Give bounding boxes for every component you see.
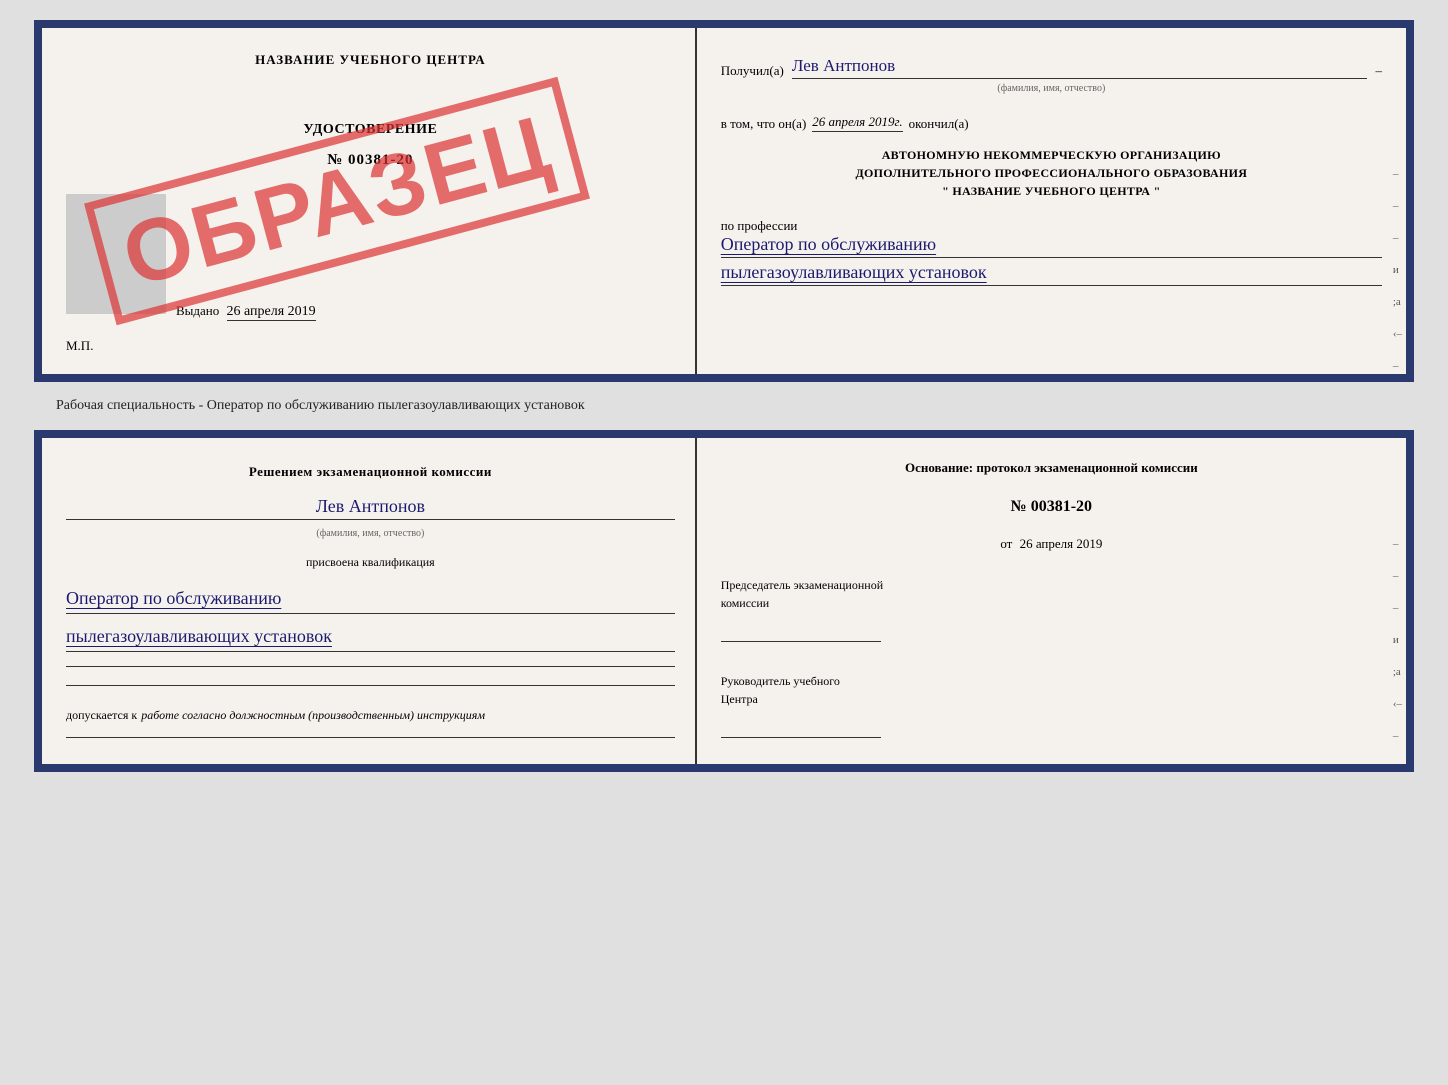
blank-line-2 [66,685,675,686]
bottom-card-left: Решением экзаменационной комиссии Лев Ан… [42,438,697,764]
finished-label: окончил(а) [909,116,969,132]
fio-subtext-bottom: (фамилия, имя, отчество) [66,528,675,539]
protocol-date-row: от 26 апреля 2019 [721,536,1382,552]
bottom-card-right: Основание: протокол экзаменационной коми… [697,438,1406,764]
chairman-block: Председатель экзаменационной комиссии [721,576,1382,648]
bottom-certificate-card: Решением экзаменационной комиссии Лев Ан… [34,430,1414,772]
qualification-line1: Оператор по обслуживанию [66,586,675,614]
chairman-label: Председатель экзаменационной комиссии [721,576,1382,612]
date-prefix: от [1000,536,1012,551]
cert-number: № 00381-20 [66,152,675,169]
top-card-left: НАЗВАНИЕ УЧЕБНОГО ЦЕНТРА ОБРАЗЕЦ УДОСТОВ… [42,28,697,374]
director-block: Руководитель учебного Центра [721,672,1382,744]
top-card-right: Получил(а) Лев Антпонов – (фамилия, имя,… [697,28,1406,374]
protocol-date: 26 апреля 2019 [1020,536,1103,551]
date-row: в том, что он(а) 26 апреля 2019г. окончи… [721,114,1382,132]
date-value: 26 апреля 2019г. [812,114,902,132]
protocol-number: № 00381-20 [721,498,1382,516]
org-line1: АВТОНОМНУЮ НЕКОММЕРЧЕСКУЮ ОРГАНИЗАЦИЮ [721,146,1382,164]
director-sign-line [721,714,881,738]
mp-label: М.П. [66,338,675,354]
allow-italic: работе согласно должностным (производств… [141,708,485,723]
fio-subtext-top: (фамилия, имя, отчество) [721,83,1382,94]
profession-line2: пылегазоулавливающих установок [721,262,1382,286]
photo-placeholder [66,194,166,314]
side-marks-top: – – – и ;а ‹– – – – [1393,168,1402,382]
basis-label: Основание: протокол экзаменационной коми… [721,458,1382,478]
org-line3: " НАЗВАНИЕ УЧЕБНОГО ЦЕНТРА " [721,182,1382,200]
org-block: АВТОНОМНУЮ НЕКОММЕРЧЕСКУЮ ОРГАНИЗАЦИЮ ДО… [721,146,1382,200]
middle-description: Рабочая специальность - Оператор по обсл… [20,398,585,414]
profession-line1: Оператор по обслуживанию [721,234,1382,258]
qualification-line2: пылегазоулавливающих установок [66,624,675,652]
side-marks-bottom: – – – и ;а ‹– – – – [1393,538,1402,772]
recipient-label: Получил(а) [721,63,784,79]
director-label: Руководитель учебного Центра [721,672,1382,708]
commission-line1: Решением экзаменационной комиссии [66,462,675,482]
bottom-person-name: Лев Антпонов [66,496,675,520]
issued-date: 26 апреля 2019 [227,304,316,321]
org-line2: ДОПОЛНИТЕЛЬНОГО ПРОФЕССИОНАЛЬНОГО ОБРАЗО… [721,164,1382,182]
recipient-row: Получил(а) Лев Антпонов – [721,56,1382,79]
blank-line-3 [66,737,675,738]
org-name-top: НАЗВАНИЕ УЧЕБНОГО ЦЕНТРА [66,52,675,68]
issued-label: Выдано [176,303,219,318]
profession-label: по профессии Оператор по обслуживанию пы… [721,218,1382,286]
blank-line-1 [66,666,675,667]
allow-row: допускается к работе согласно должностны… [66,708,675,723]
assign-label: присвоена квалификация [66,555,675,570]
allow-text: допускается к [66,708,137,723]
chairman-sign-line [721,618,881,642]
date-label: в том, что он(а) [721,116,807,132]
top-certificate-card: НАЗВАНИЕ УЧЕБНОГО ЦЕНТРА ОБРАЗЕЦ УДОСТОВ… [34,20,1414,382]
recipient-name: Лев Антпонов [792,56,1368,79]
cert-title: УДОСТОВЕРЕНИЕ [66,122,675,138]
